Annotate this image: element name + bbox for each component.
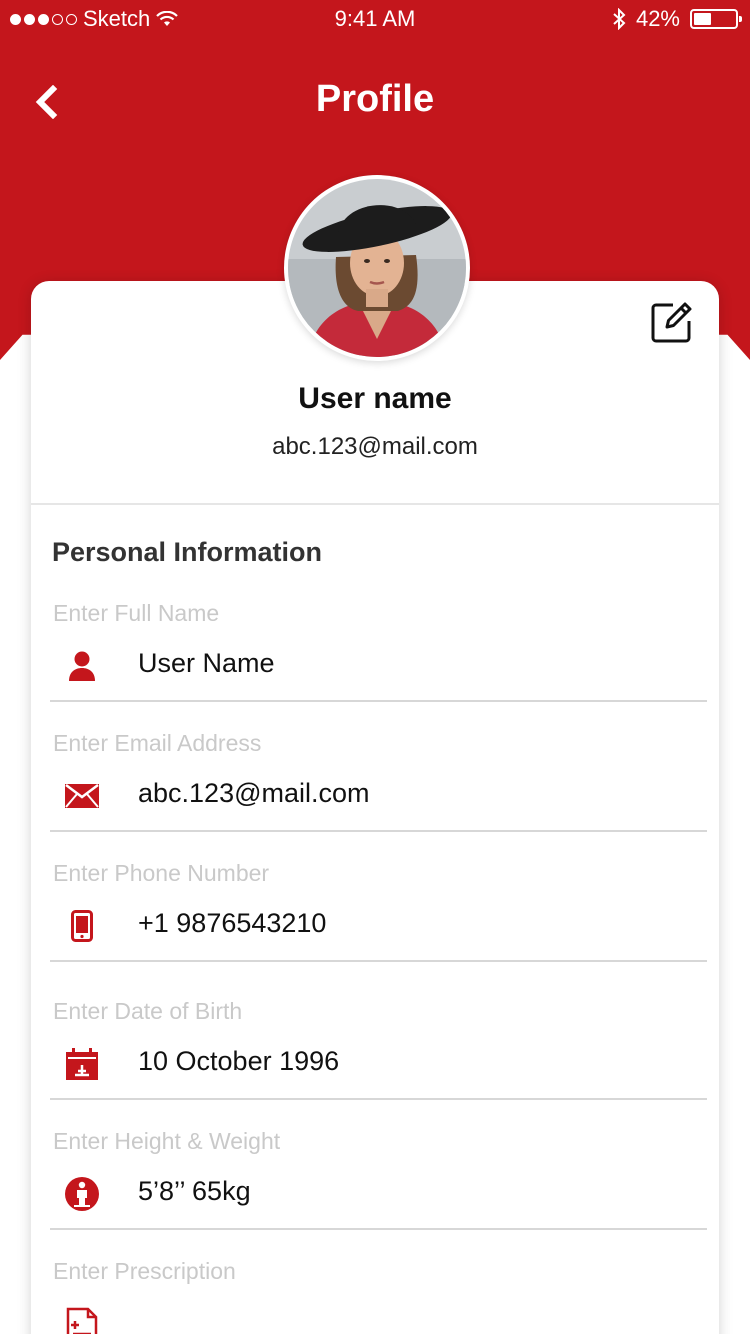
field-underline (50, 1228, 707, 1230)
field-value: +1 9876543210 (138, 908, 327, 938)
bluetooth-icon (613, 8, 626, 30)
field-label: Enter Prescription (53, 1258, 236, 1284)
phone-icon (64, 908, 100, 944)
user-icon (64, 648, 100, 684)
status-right: 42% (612, 6, 742, 32)
field-label: Enter Phone Number (53, 860, 270, 886)
avatar-photo (288, 179, 466, 357)
height-weight-field[interactable]: Enter Height & Weight 5’8’’ 65kg (50, 1128, 707, 1258)
mail-icon (64, 778, 100, 814)
battery-percent: 42% (635, 6, 680, 31)
field-value: User Name (138, 648, 275, 678)
date-of-birth-field[interactable]: Enter Date of Birth 10 October 1996 (50, 998, 707, 1128)
prescription-field[interactable]: Enter Prescription (50, 1258, 707, 1334)
divider (31, 503, 719, 505)
prescription-icon (64, 1306, 100, 1334)
phone-field[interactable]: Enter Phone Number +1 9876543210 (50, 860, 707, 990)
field-underline (50, 830, 707, 832)
full-name-field[interactable]: Enter Full Name User Name (50, 600, 707, 730)
user-name: User name (298, 382, 452, 415)
field-value: 5’8’’ 65kg (138, 1176, 251, 1206)
edit-icon (651, 302, 692, 343)
field-underline (50, 960, 707, 962)
avatar[interactable] (284, 175, 470, 361)
user-email: abc.123@mail.com (272, 433, 478, 460)
field-label: Enter Email Address (53, 730, 262, 756)
field-label: Enter Date of Birth (53, 998, 243, 1024)
email-field[interactable]: Enter Email Address abc.123@mail.com (50, 730, 707, 860)
field-label: Enter Height & Weight (53, 1128, 281, 1154)
field-value: abc.123@mail.com (138, 778, 370, 808)
battery-level (694, 13, 711, 25)
battery-icon (690, 9, 742, 29)
calendar-icon (64, 1046, 100, 1082)
field-underline (50, 700, 707, 702)
field-underline (50, 1098, 707, 1100)
body-measure-icon (64, 1176, 100, 1212)
section-title: Personal Information (52, 537, 323, 567)
edit-profile-button[interactable] (649, 299, 695, 345)
field-label: Enter Full Name (53, 600, 220, 626)
field-value: 10 October 1996 (138, 1046, 340, 1076)
status-bar: Sketch 9:41 AM 42% (0, 0, 750, 40)
page-title: Profile (315, 78, 435, 120)
